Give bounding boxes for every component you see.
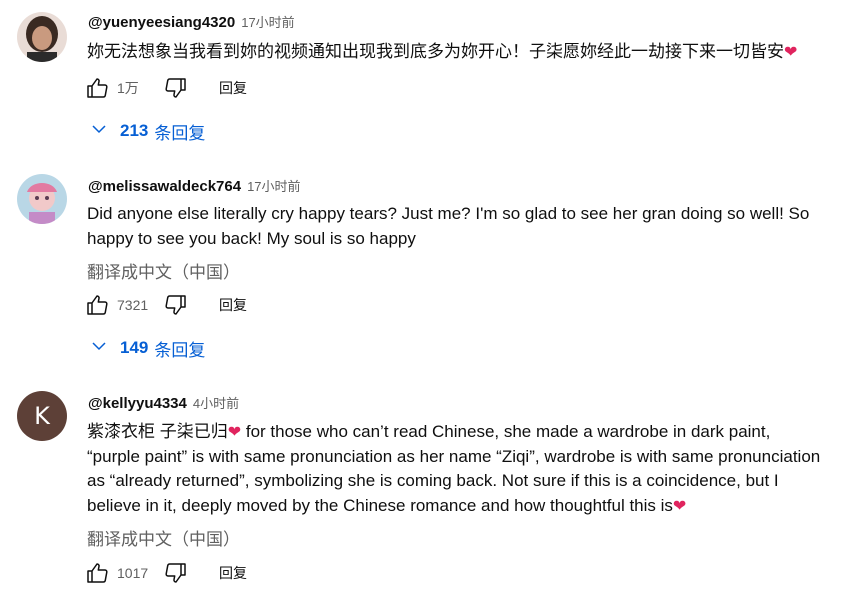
comment-text-segment: for those who can’t read Chinese, she ma…: [241, 422, 771, 441]
thumbs-up-icon[interactable]: [84, 292, 110, 318]
comment-text: 紫漆衣柜 子柒已归❤ for those who can’t read Chin…: [87, 420, 857, 518]
like-count: 7321: [117, 297, 149, 313]
reply-button[interactable]: 回复: [219, 563, 247, 583]
replies-count: 213: [120, 121, 149, 140]
comment-text-line: 紫漆衣柜 子柒已归❤ for those who can’t read Chin…: [87, 420, 857, 445]
avatar[interactable]: [17, 12, 67, 62]
action-bar: 1017 回复: [84, 558, 247, 588]
comment-text: Did anyone else literally cry happy tear…: [87, 202, 857, 251]
comment-header: @melissawaldeck764 17小时前: [88, 176, 301, 195]
timestamp[interactable]: 4小时前: [193, 396, 239, 411]
comment-header: @kellyyu4334 4小时前: [88, 393, 239, 412]
chevron-down-icon: [90, 337, 108, 360]
comment-text-segment: believe in it, deeply moved by the Chine…: [87, 495, 673, 515]
comment-text-line: “purple paint” is with same pronunciatio…: [87, 446, 821, 466]
comment-text-body: 妳无法想象当我看到妳的视频通知出现我到底多为妳开心！子柒愿妳经此一劫接下来一切皆…: [87, 42, 784, 61]
replies-label: 条回复: [154, 340, 206, 360]
author-name[interactable]: @kellyyu4334: [88, 395, 187, 412]
chevron-down-icon: [90, 120, 108, 143]
replies-label: 条回复: [154, 123, 206, 143]
replies-count: 149: [120, 338, 149, 357]
comment-text: 妳无法想象当我看到妳的视频通知出现我到底多为妳开心！子柒愿妳经此一劫接下来一切皆…: [87, 40, 857, 65]
timestamp[interactable]: 17小时前: [247, 179, 300, 194]
thumbs-down-icon[interactable]: [163, 75, 189, 101]
thumbs-up-icon[interactable]: [84, 75, 110, 101]
chinese-phrase: 紫漆衣柜 子柒已归: [87, 422, 228, 441]
avatar[interactable]: K: [17, 391, 67, 441]
avatar-illustration: [17, 174, 67, 224]
translate-link[interactable]: 翻译成中文（中国）: [87, 525, 240, 550]
comment-text-line: as “already returned”, symbolizing she i…: [87, 471, 779, 490]
comment-text-line: happy to see you back! My soul is so hap…: [87, 228, 416, 248]
avatar-letter: K: [34, 402, 50, 430]
heart-emoji: ❤: [672, 495, 687, 515]
translate-link[interactable]: 翻译成中文（中国）: [87, 258, 240, 283]
action-bar: 7321 回复: [84, 290, 247, 320]
thumbs-down-icon[interactable]: [163, 292, 189, 318]
heart-emoji: ❤: [227, 422, 242, 441]
heart-emoji: ❤: [784, 42, 798, 61]
view-replies-button[interactable]: 213 条回复: [90, 116, 205, 146]
author-name[interactable]: @yuenyeesiang4320: [88, 14, 235, 31]
comment-text-line: believe in it, deeply moved by the Chine…: [87, 494, 857, 519]
like-count: 1017: [117, 565, 149, 581]
reply-button[interactable]: 回复: [219, 78, 247, 98]
author-name[interactable]: @melissawaldeck764: [88, 178, 241, 195]
thumbs-up-icon[interactable]: [84, 560, 110, 586]
view-replies-button[interactable]: 149 条回复: [90, 333, 205, 363]
avatar-photo: [17, 12, 67, 62]
timestamp[interactable]: 17小时前: [241, 15, 294, 30]
avatar[interactable]: [17, 174, 67, 224]
comment-text-line: Did anyone else literally cry happy tear…: [87, 204, 810, 223]
action-bar: 1万 回复: [84, 73, 247, 103]
reply-button[interactable]: 回复: [219, 295, 247, 315]
comment-header: @yuenyeesiang4320 17小时前: [88, 12, 295, 31]
like-count: 1万: [117, 80, 139, 96]
thumbs-down-icon[interactable]: [163, 560, 189, 586]
